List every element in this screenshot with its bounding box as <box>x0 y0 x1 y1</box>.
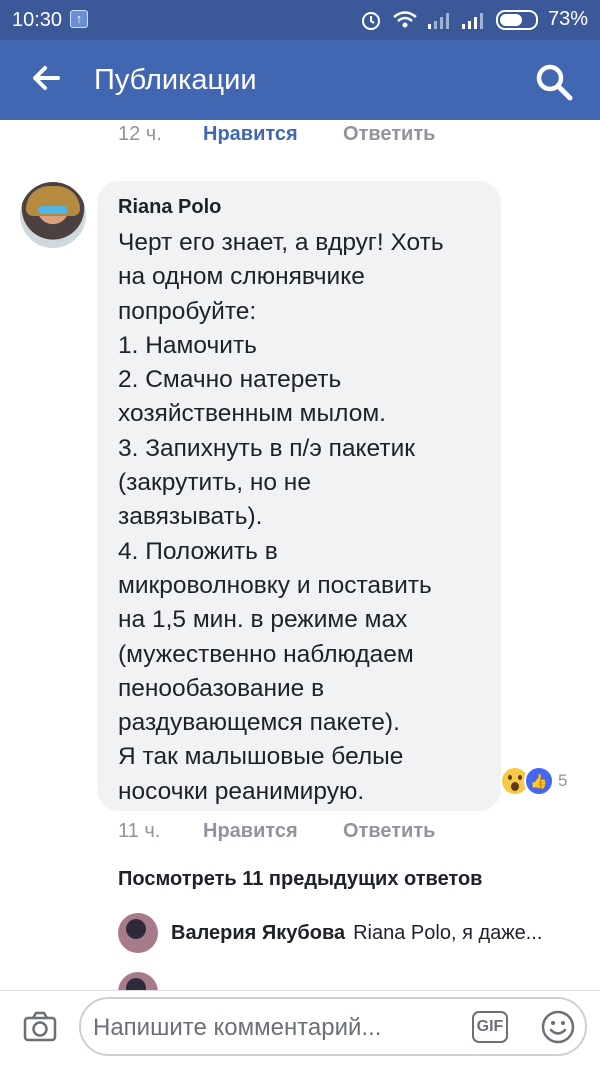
reply-text: Riana Polo, я даже... <box>353 921 543 944</box>
view-previous-replies-link[interactable]: Посмотреть 11 предыдущих ответов <box>118 868 482 891</box>
avatar[interactable] <box>20 182 86 248</box>
comment-line: (мужественно наблюдаем <box>118 640 414 668</box>
comment-line: 3. Запихнуть в п/э пакетик <box>118 434 415 462</box>
camera-icon[interactable] <box>22 1009 58 1045</box>
reaction-count: 5 <box>558 771 568 790</box>
emoji-icon[interactable] <box>540 1009 576 1045</box>
comment-bubble[interactable]: Riana Polo Черт его знает, а вдруг! Хоть… <box>97 181 501 811</box>
status-bar: 10:30 ↑ 73% <box>0 0 600 40</box>
comment-time: 11 ч. <box>118 820 161 842</box>
reaction-summary[interactable]: 👍 5 <box>500 766 567 796</box>
like-button[interactable]: Нравится <box>203 123 343 146</box>
status-time: 10:30 <box>12 9 63 31</box>
comment-author[interactable]: Riana Polo <box>118 196 221 219</box>
comment-line: на 1,5 мин. в режиме мах <box>118 606 408 634</box>
battery-icon <box>495 9 538 30</box>
like-button[interactable]: Нравится <box>203 820 343 843</box>
comment-line: микроволновку и поставить <box>118 571 432 599</box>
reply-button[interactable]: Ответить <box>343 123 435 146</box>
battery-percent: 73% <box>547 8 588 30</box>
comment-line: попробуйте: <box>118 297 257 325</box>
app-bar: Публикации <box>0 40 600 120</box>
comment-line: Черт его знает, а вдруг! Хоть <box>118 229 444 256</box>
gif-button[interactable]: GIF <box>472 1011 508 1043</box>
avatar[interactable] <box>118 913 158 953</box>
comment-line: на одном слюнявчике <box>118 263 365 291</box>
comment-input-placeholder: Напишите комментарий... <box>93 1014 382 1041</box>
comment-line: завязывать). <box>118 503 263 531</box>
reply-author[interactable]: Валерия Якубова <box>171 922 345 945</box>
page-title: Публикации <box>94 64 257 96</box>
alarm-icon <box>361 11 380 30</box>
comment-line: 4. Положить в <box>118 537 278 565</box>
comment-line: раздувающемся пакете). <box>118 709 400 737</box>
comment-line: носочки реанимирую. <box>118 777 365 805</box>
search-icon[interactable] <box>534 62 574 102</box>
comment-line: пенообазование в <box>118 674 325 702</box>
upload-notification-icon: ↑ <box>70 10 88 28</box>
arrow-left-icon[interactable] <box>28 60 64 96</box>
comment-line: 1. Намочить <box>118 331 257 359</box>
like-reaction-icon: 👍 <box>524 766 554 796</box>
comment-composer: Напишите комментарий... GIF <box>0 990 600 1066</box>
wifi-icon <box>393 10 417 27</box>
comment-line: Я так малышовые белые <box>118 743 404 771</box>
signal-weak-icon <box>427 12 449 29</box>
reply-button[interactable]: Ответить <box>343 820 435 843</box>
reply-item[interactable]: Валерия Якубова Riana Polo, я даже... <box>118 913 542 953</box>
previous-comment-actions: 12 ч. Нравится Ответить <box>118 123 435 146</box>
comment-text: Черт его знает, а вдруг! Хоть на одном с… <box>118 226 488 809</box>
comment-time: 12 ч. <box>118 123 162 145</box>
comment-line: 2. Смачно натереть <box>118 366 342 394</box>
signal-icon <box>461 12 483 29</box>
comment-line: хозяйственным мылом. <box>118 400 386 428</box>
comment-line: (закрутить, но не <box>118 469 311 497</box>
comment-input[interactable]: Напишите комментарий... GIF <box>79 997 587 1056</box>
comment-actions: 11 ч. Нравится Ответить <box>118 820 435 843</box>
